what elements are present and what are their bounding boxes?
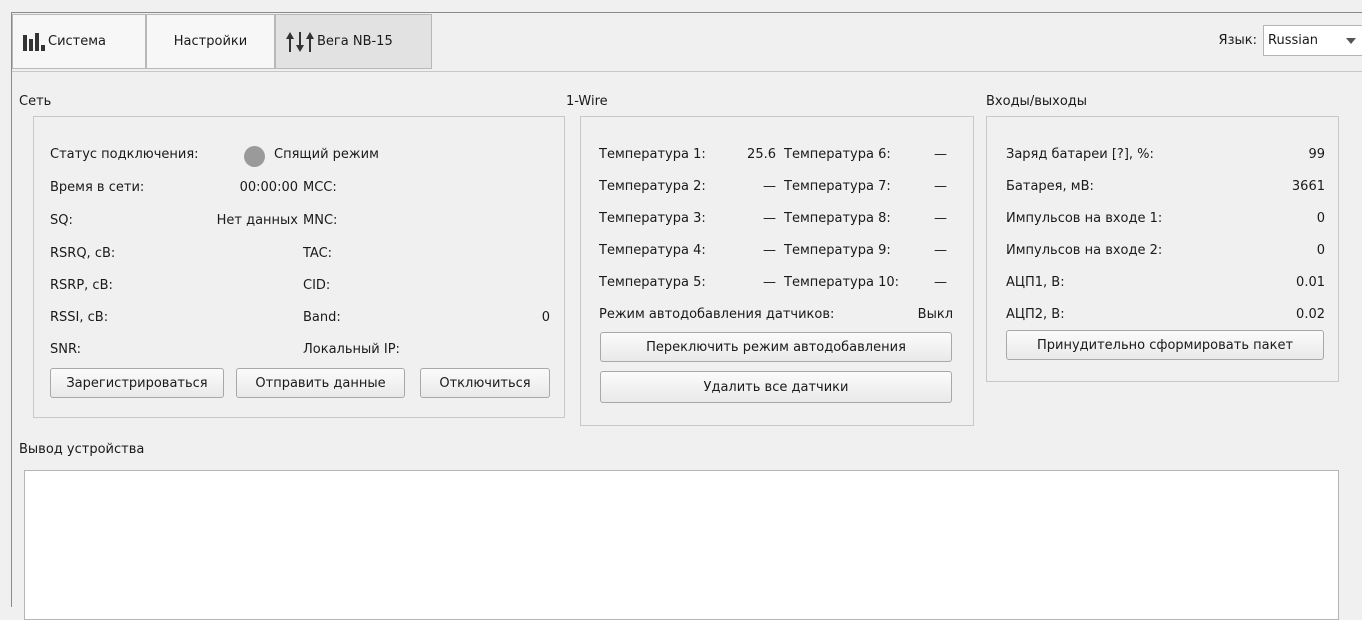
temp2-value: — [763,179,776,194]
tac-label: TAC: [303,246,333,261]
temp2-label: Температура 2: [599,179,706,194]
pulses-input1-value: 0 [1316,211,1325,226]
rsrq-label: RSRQ, cB: [50,246,116,261]
bar-chart-icon [23,32,45,51]
tab-settings[interactable]: Настройки [146,14,275,69]
cid-label: CID: [303,278,331,293]
pulses-input1-label: Импульсов на входе 1: [1006,211,1163,226]
adc2-value: 0.02 [1296,307,1325,322]
io-title: Входы/выходы [986,94,1088,109]
temp7-label: Температура 7: [784,179,891,194]
temp5-label: Температура 5: [599,275,706,290]
output-title: Вывод устройства [19,442,145,457]
language-selector: Язык: Russian [1219,25,1362,56]
temp1-value: 25.6 [747,147,776,162]
pulses-input2-label: Импульсов на входе 2: [1006,243,1163,258]
toggle-autoadd-button[interactable]: Переключить режим автодобавления [600,332,952,362]
temp1-label: Температура 1: [599,147,706,162]
io-group: Заряд батареи [?], %: 99 Батарея, мВ: 36… [986,116,1339,382]
temp10-value: — [934,275,947,290]
temp8-value: — [934,211,947,226]
temp4-value: — [763,243,776,258]
uptime-label: Время в сети: [50,180,145,195]
adc2-label: АЦП2, В: [1006,307,1065,322]
language-value: Russian [1268,33,1319,48]
sq-label: SQ: [50,213,73,228]
temp3-label: Температура 3: [599,211,706,226]
temp7-value: — [934,179,947,194]
temp3-value: — [763,211,776,226]
force-packet-button[interactable]: Принудительно сформировать пакет [1006,330,1324,360]
temp6-value: — [934,147,947,162]
adc1-label: АЦП1, В: [1006,275,1065,290]
snr-label: SNR: [50,342,81,357]
sq-value: Нет данных [216,213,298,228]
band-value: 0 [541,310,550,325]
top-bar: Система Настройки Вега NB-15 Язык: Russi… [12,13,1362,72]
battery-charge-label: Заряд батареи [?], %: [1006,147,1154,162]
battery-mv-label: Батарея, мВ: [1006,179,1094,194]
temp4-label: Температура 4: [599,243,706,258]
local-ip-label: Локальный IP: [303,342,400,357]
device-output-area[interactable] [24,470,1339,620]
chevron-down-icon [1346,38,1356,44]
onewire-group: Температура 1: 25.6 Температура 2: — Тем… [580,116,974,426]
rsrp-label: RSRP, cB: [50,278,113,293]
temp10-label: Температура 10: [784,275,900,290]
delete-all-sensors-button[interactable]: Удалить все датчики [600,371,952,403]
tab-settings-label: Настройки [173,34,248,49]
status-indicator [244,146,265,167]
status-label: Статус подключения: [50,147,199,162]
arrows-icon [286,31,314,52]
rssi-label: RSSI, cB: [50,310,109,325]
band-label: Band: [303,310,341,325]
uptime-value: 00:00:00 [239,180,298,195]
temp6-label: Температура 6: [784,147,891,162]
temp5-value: — [763,275,776,290]
mnc-label: MNC: [303,213,338,228]
autoadd-value: Выкл [917,307,953,322]
battery-mv-value: 3661 [1291,179,1325,194]
temp8-label: Температура 8: [784,211,891,226]
tab-device[interactable]: Вега NB-15 [275,14,432,69]
onewire-title: 1-Wire [566,94,608,109]
autoadd-label: Режим автодобавления датчиков: [599,307,835,322]
language-select[interactable]: Russian [1263,25,1362,56]
pulses-input2-value: 0 [1316,243,1325,258]
battery-charge-value: 99 [1308,147,1325,162]
disconnect-button[interactable]: Отключиться [420,368,550,398]
tab-device-label: Вега NB-15 [317,34,393,49]
send-data-button[interactable]: Отправить данные [236,368,405,398]
adc1-value: 0.01 [1296,275,1325,290]
temp9-value: — [934,243,947,258]
language-label: Язык: [1218,33,1257,48]
status-value: Спящий режим [274,147,379,162]
temp9-label: Температура 9: [784,243,891,258]
register-button[interactable]: Зарегистрироваться [50,368,224,398]
network-group: Статус подключения: Спящий режим Время в… [33,116,565,418]
tab-system-label: Система [48,34,107,49]
tab-system[interactable]: Система [12,14,146,69]
network-title: Сеть [19,94,52,109]
mcc-label: MCC: [303,180,337,195]
